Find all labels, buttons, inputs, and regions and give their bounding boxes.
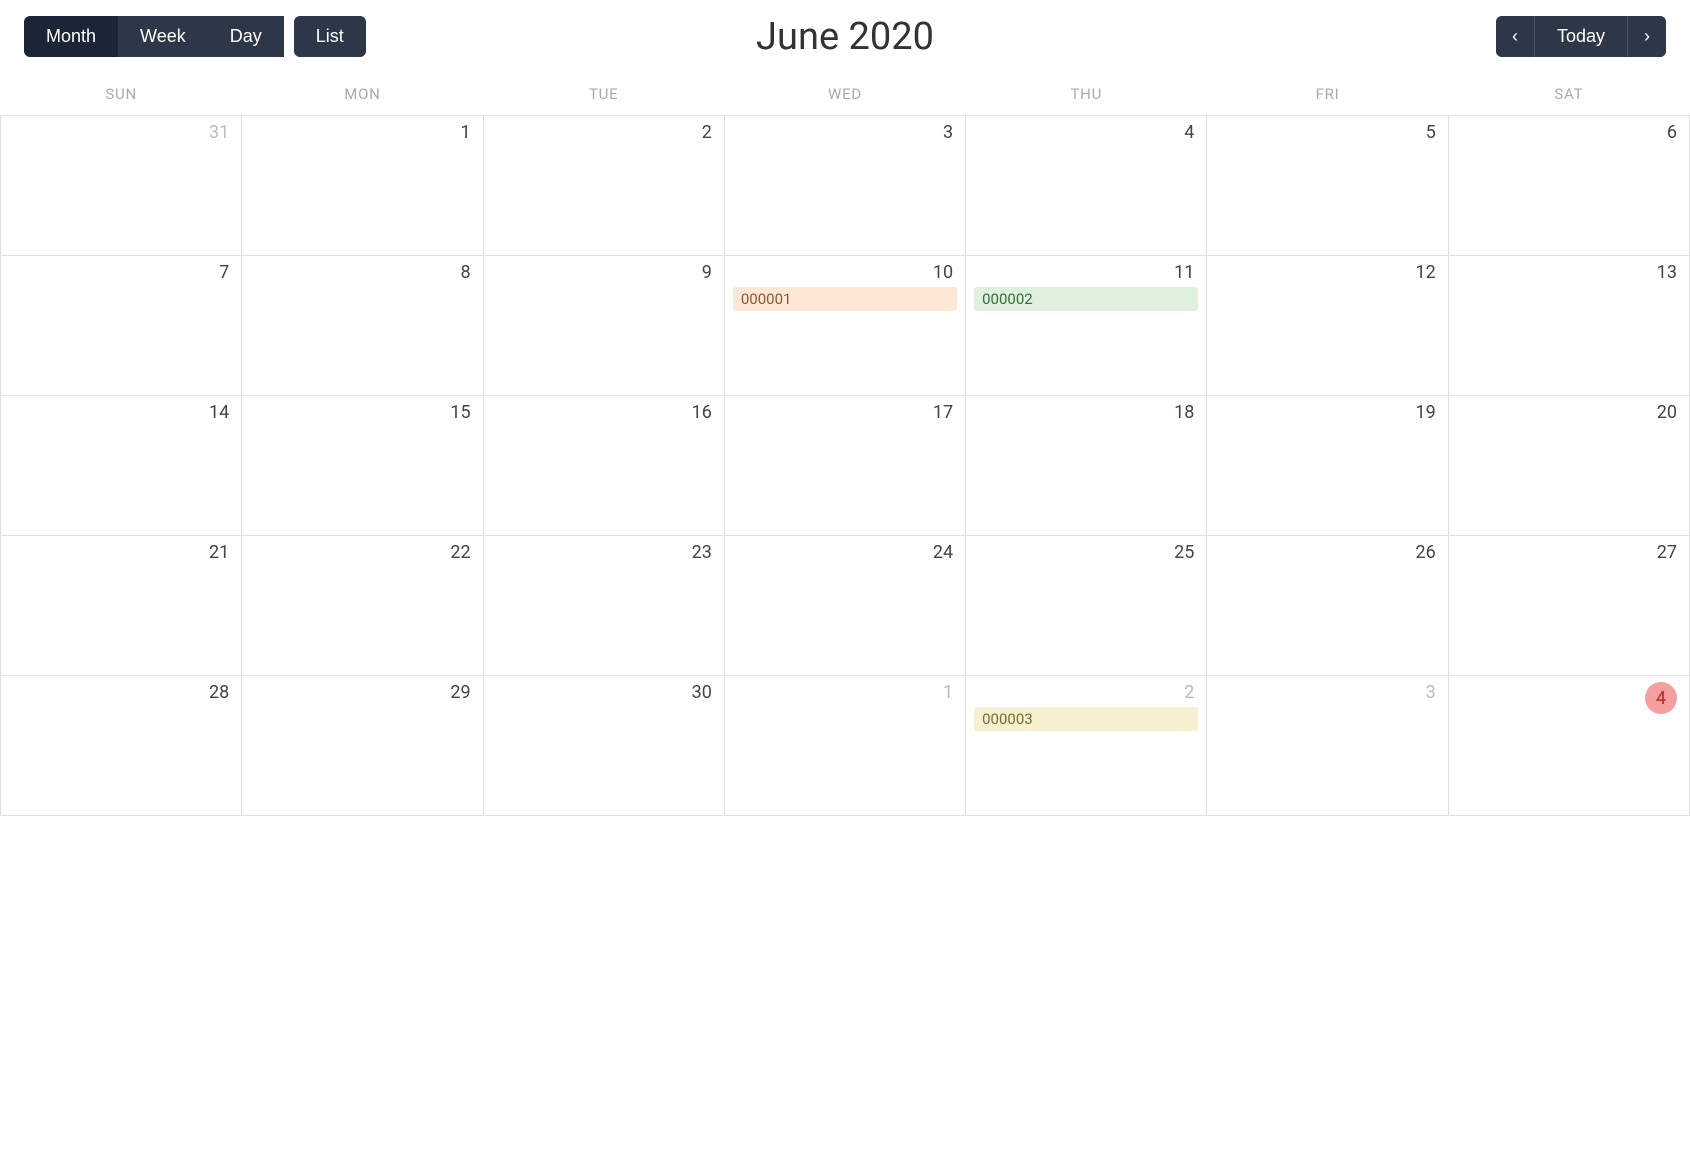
- day-number: 18: [974, 402, 1198, 423]
- cell-week2-day3[interactable]: 10 000001: [724, 256, 965, 396]
- cell-week5-day0[interactable]: 28: [1, 676, 242, 816]
- day-number: 2: [974, 682, 1198, 703]
- day-number: 23: [492, 542, 716, 563]
- cell-week2-day1[interactable]: 8: [242, 256, 483, 396]
- header-thu: THU: [966, 73, 1207, 116]
- cell-week2-day0[interactable]: 7: [1, 256, 242, 396]
- cell-week3-day6[interactable]: 20: [1448, 396, 1689, 536]
- header-tue: TUE: [483, 73, 724, 116]
- cell-week1-day4[interactable]: 4: [966, 116, 1207, 256]
- cell-week3-day0[interactable]: 14: [1, 396, 242, 536]
- cell-week2-day2[interactable]: 9: [483, 256, 724, 396]
- cell-week3-day2[interactable]: 16: [483, 396, 724, 536]
- day-number: 14: [9, 402, 233, 423]
- day-number: 31: [9, 122, 233, 143]
- day-number: 28: [9, 682, 233, 703]
- header-fri: FRI: [1207, 73, 1448, 116]
- cell-week1-day6[interactable]: 6: [1448, 116, 1689, 256]
- day-number: 3: [733, 122, 957, 143]
- week-row-2: 789 10 000001 11 000002 12 13: [1, 256, 1690, 396]
- event-000001[interactable]: 000001: [733, 287, 957, 311]
- cell-week5-day5[interactable]: 3: [1207, 676, 1448, 816]
- cell-week2-day4[interactable]: 11 000002: [966, 256, 1207, 396]
- day-number: 26: [1215, 542, 1439, 563]
- cell-week3-day1[interactable]: 15: [242, 396, 483, 536]
- cell-week2-day5[interactable]: 12: [1207, 256, 1448, 396]
- day-number: 3: [1215, 682, 1439, 703]
- cell-week1-day5[interactable]: 5: [1207, 116, 1448, 256]
- calendar-table: SUN MON TUE WED THU FRI SAT 311234567891…: [0, 73, 1690, 816]
- cell-week3-day3[interactable]: 17: [724, 396, 965, 536]
- day-number: 15: [250, 402, 474, 423]
- today-button[interactable]: Today: [1534, 16, 1628, 57]
- header-sat: SAT: [1448, 73, 1689, 116]
- cell-week4-day5[interactable]: 26: [1207, 536, 1448, 676]
- cell-week1-day2[interactable]: 2: [483, 116, 724, 256]
- cell-week4-day6[interactable]: 27: [1448, 536, 1689, 676]
- day-number: 25: [974, 542, 1198, 563]
- day-number: 30: [492, 682, 716, 703]
- cell-week4-day4[interactable]: 25: [966, 536, 1207, 676]
- cell-week4-day0[interactable]: 21: [1, 536, 242, 676]
- day-number: 10: [733, 262, 957, 283]
- today-number: 4: [1457, 682, 1681, 714]
- day-number: 13: [1457, 262, 1681, 283]
- cell-week1-day3[interactable]: 3: [724, 116, 965, 256]
- day-number: 5: [1215, 122, 1439, 143]
- list-view-button[interactable]: List: [294, 16, 366, 57]
- cell-week5-day2[interactable]: 30: [483, 676, 724, 816]
- week-row-3: 14 15 16 17 18 19 20: [1, 396, 1690, 536]
- day-number: 29: [250, 682, 474, 703]
- day-number: 2: [492, 122, 716, 143]
- day-number: 12: [1215, 262, 1439, 283]
- day-number: 1: [733, 682, 957, 703]
- today-badge: 4: [1645, 682, 1677, 714]
- nav-buttons-group: ‹ Today ›: [1496, 16, 1666, 57]
- day-number: 9: [492, 262, 716, 283]
- cell-week5-day3[interactable]: 1: [724, 676, 965, 816]
- calendar-title: June 2020: [756, 15, 934, 59]
- header-wed: WED: [724, 73, 965, 116]
- prev-button[interactable]: ‹: [1496, 16, 1534, 57]
- day-number: 1: [250, 122, 474, 143]
- event-000003[interactable]: 000003: [974, 707, 1198, 731]
- month-view-button[interactable]: Month: [24, 16, 118, 57]
- week-view-button[interactable]: Week: [118, 16, 208, 57]
- day-number: 4: [974, 122, 1198, 143]
- view-buttons-group: Month Week Day List: [24, 16, 366, 57]
- week-row-5: 28 29 30 12 000003 3 4: [1, 676, 1690, 816]
- next-button[interactable]: ›: [1628, 16, 1666, 57]
- day-number: 24: [733, 542, 957, 563]
- header-sun: SUN: [1, 73, 242, 116]
- cell-week5-day1[interactable]: 29: [242, 676, 483, 816]
- cell-week1-day1[interactable]: 1: [242, 116, 483, 256]
- cell-week4-day3[interactable]: 24: [724, 536, 965, 676]
- day-view-button[interactable]: Day: [208, 16, 284, 57]
- cell-week3-day5[interactable]: 19: [1207, 396, 1448, 536]
- week-row-1: 31 123456: [1, 116, 1690, 256]
- day-number: 8: [250, 262, 474, 283]
- day-number: 11: [974, 262, 1198, 283]
- day-number: 17: [733, 402, 957, 423]
- cell-week1-day0[interactable]: 31: [1, 116, 242, 256]
- day-number: 21: [9, 542, 233, 563]
- day-headers-row: SUN MON TUE WED THU FRI SAT: [1, 73, 1690, 116]
- day-number: 27: [1457, 542, 1681, 563]
- day-number: 19: [1215, 402, 1439, 423]
- day-number: 16: [492, 402, 716, 423]
- cell-week4-day2[interactable]: 23: [483, 536, 724, 676]
- event-000002[interactable]: 000002: [974, 287, 1198, 311]
- cell-week5-day4[interactable]: 2 000003: [966, 676, 1207, 816]
- week-row-4: 21 22 23 24 25 26 27: [1, 536, 1690, 676]
- day-number: 22: [250, 542, 474, 563]
- day-number: 6: [1457, 122, 1681, 143]
- cell-week2-day6[interactable]: 13: [1448, 256, 1689, 396]
- cell-week3-day4[interactable]: 18: [966, 396, 1207, 536]
- cell-week5-day6[interactable]: 4: [1448, 676, 1689, 816]
- header-mon: MON: [242, 73, 483, 116]
- cell-week4-day1[interactable]: 22: [242, 536, 483, 676]
- day-number: 20: [1457, 402, 1681, 423]
- day-number: 7: [9, 262, 233, 283]
